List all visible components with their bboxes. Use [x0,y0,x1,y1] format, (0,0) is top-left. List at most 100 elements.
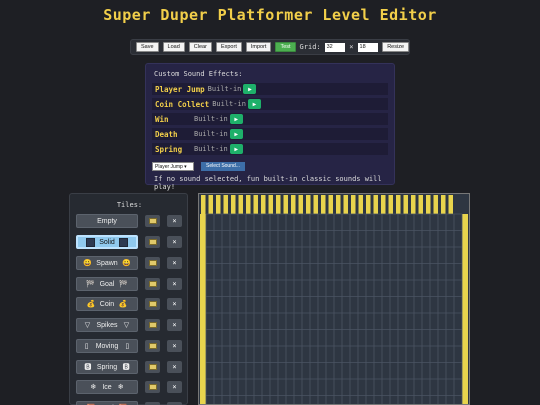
solid-icon [86,237,96,247]
tile-remove-button[interactable]: × [167,319,182,331]
border-tile[interactable] [336,195,341,214]
tile-image-button[interactable] [145,236,160,248]
tile-image-button[interactable] [145,215,160,227]
border-tile[interactable] [283,195,289,214]
sound-note: If no sound selected, fun built-in class… [154,175,382,191]
border-tile[interactable] [462,214,468,405]
play-icon[interactable]: ▶ [229,144,243,154]
tile-remove-button[interactable]: × [167,257,182,269]
tile-remove-button[interactable]: × [167,298,182,310]
border-tile[interactable] [231,195,236,214]
play-icon[interactable]: ▶ [243,84,257,94]
border-tile[interactable] [381,195,386,214]
resize-button[interactable]: Resize [382,42,409,52]
tile-label: Coin [99,300,115,308]
test-button[interactable]: Test [275,42,296,52]
border-tile[interactable] [396,195,401,214]
spawn-icon: 😀 [82,260,92,267]
play-icon[interactable]: ▶ [247,99,261,109]
select-sound-button[interactable]: Select Sound... [201,162,245,171]
tile-button-coin[interactable]: 💰 Coin 💰 [76,297,138,311]
border-tile[interactable] [238,195,244,214]
tile-image-button[interactable] [145,319,160,331]
border-tile[interactable] [223,195,229,214]
border-tile[interactable] [268,195,274,214]
tile-button-solid[interactable]: Solid [76,235,138,249]
save-button[interactable]: Save [136,42,159,52]
tile-button-ice[interactable]: ❄ Ice ❄ [76,380,138,394]
border-tile[interactable] [373,195,379,214]
image-icon [148,218,157,224]
border-tile[interactable] [448,195,454,214]
tile-remove-button[interactable]: × [167,215,182,227]
sound-row-coin-collect: Coin Collect Built-in ▶ [152,98,388,110]
solid-icon [118,237,128,247]
tile-button-mud[interactable]: 🟫Mud🟫 [76,401,138,405]
tile-remove-button[interactable]: × [167,381,182,393]
goal-icon: 🏁 [119,281,128,288]
border-tile[interactable] [200,214,206,405]
border-tile[interactable] [418,195,424,214]
border-tile[interactable] [328,195,334,214]
tile-row-coin: 💰 Coin 💰 × [76,297,186,311]
border-tile[interactable] [343,195,349,214]
grid-canvas[interactable] [199,194,470,405]
image-icon [148,239,157,245]
border-tile[interactable] [298,195,304,214]
tile-button-spikes[interactable]: ▽ Spikes ▽ [76,318,138,332]
spring-icon: 🅱 [122,364,130,371]
border-tile[interactable] [313,195,319,214]
border-tile[interactable] [208,195,214,214]
border-tile[interactable] [366,195,371,214]
play-icon[interactable]: ▶ [229,114,243,124]
border-tile[interactable] [253,195,259,214]
tile-image-button[interactable] [145,340,160,352]
tile-button-spawn[interactable]: 😀 Spawn 😀 [76,256,138,270]
tile-image-button[interactable] [145,257,160,269]
tile-image-button[interactable] [145,381,160,393]
play-icon[interactable]: ▶ [229,129,243,139]
border-tile[interactable] [291,195,296,214]
import-button[interactable]: Import [245,42,272,52]
clear-button[interactable]: Clear [188,42,212,52]
border-tile[interactable] [358,195,364,214]
tile-remove-button[interactable]: × [167,340,182,352]
tile-button-spring[interactable]: 🅱 Spring 🅱 [76,360,138,374]
border-tile[interactable] [321,195,326,214]
border-tile[interactable] [426,195,431,214]
toolbar: Save Load Clear Export Import Test Grid:… [130,39,410,55]
border-tile[interactable] [201,195,206,214]
spring-icon: 🅱 [84,364,92,371]
border-tile[interactable] [441,195,446,214]
border-tile[interactable] [276,195,281,214]
coin-icon: 💰 [118,301,128,308]
tile-label: Spring [96,363,118,371]
grid-height-input[interactable]: 18 [357,42,379,52]
border-tile[interactable] [411,195,416,214]
tile-remove-button[interactable]: × [167,278,182,290]
times-label: × [349,43,354,51]
border-tile[interactable] [216,195,221,214]
border-tile[interactable] [246,195,251,214]
export-button[interactable]: Export [215,42,242,52]
border-tile[interactable] [306,195,311,214]
load-button[interactable]: Load [162,42,185,52]
tile-image-button[interactable] [145,278,160,290]
border-tile[interactable] [433,195,439,214]
tile-button-goal[interactable]: 🏁 Goal 🏁 [76,277,138,291]
sound-row-win: Win Built-in ▶ [152,113,388,125]
tile-remove-button[interactable]: × [167,236,182,248]
tile-image-button[interactable] [145,298,160,310]
sound-select[interactable]: Player Jump ▾ [152,162,194,171]
sound-status: Built-in [194,115,228,123]
tile-button-moving[interactable]: ▯ Moving ▯ [76,339,138,353]
border-tile[interactable] [351,195,356,214]
border-tile[interactable] [261,195,266,214]
border-tile[interactable] [403,195,409,214]
tile-button-empty[interactable]: Empty [76,214,138,228]
border-tile[interactable] [388,195,394,214]
tile-image-button[interactable] [145,361,160,373]
level-grid[interactable] [198,193,470,405]
grid-width-input[interactable]: 32 [324,42,346,52]
tile-remove-button[interactable]: × [167,361,182,373]
